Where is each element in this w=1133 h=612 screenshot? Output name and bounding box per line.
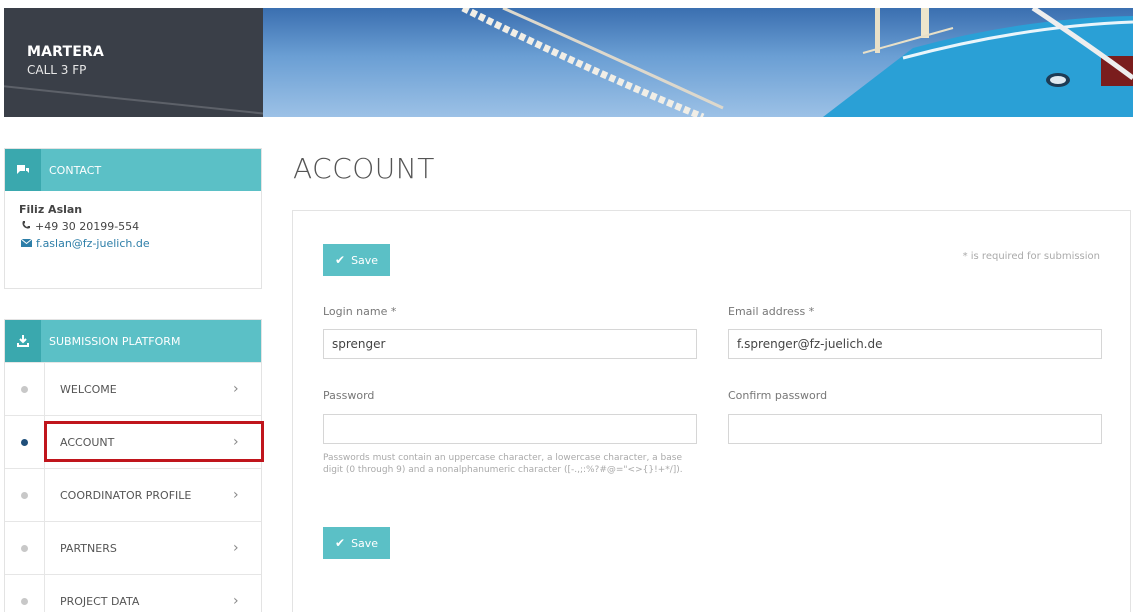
- nav-item-partners[interactable]: PARTNERS ›: [5, 521, 261, 574]
- save-label: Save: [351, 536, 379, 550]
- chevron-right-icon: ›: [233, 540, 239, 556]
- brand-block: MARTERA CALL 3 FP: [4, 8, 263, 117]
- brand-title: MARTERA: [27, 44, 105, 60]
- submission-platform-panel: SUBMISSION PLATFORM WELCOME › ACCOUNT › …: [4, 319, 264, 612]
- download-icon: [5, 320, 41, 362]
- save-button-bottom[interactable]: ✔ Save: [323, 527, 391, 559]
- status-dot: [21, 491, 28, 499]
- contact-name: Filiz Aslan: [19, 203, 83, 216]
- nav-item-project-data[interactable]: PROJECT DATA ›: [5, 574, 261, 612]
- save-button-top[interactable]: ✔ Save: [323, 244, 391, 276]
- nav-item-welcome[interactable]: WELCOME ›: [5, 362, 261, 415]
- chevron-right-icon: ›: [233, 593, 239, 609]
- nav-item-label: PARTNERS: [60, 541, 117, 555]
- brand-decoration: [4, 84, 263, 117]
- contact-email[interactable]: f.aslan@fz-juelich.de: [20, 237, 247, 250]
- platform-header-label: SUBMISSION PLATFORM: [49, 334, 181, 348]
- check-icon: ✔: [335, 253, 346, 267]
- status-dot: [21, 385, 28, 393]
- chevron-right-icon: ›: [233, 381, 239, 397]
- confirm-password-input[interactable]: [728, 414, 1102, 444]
- nav-item-label: WELCOME: [60, 382, 117, 396]
- password-input[interactable]: [323, 414, 697, 444]
- confirm-password-label: Confirm password: [728, 389, 828, 402]
- nav-item-account[interactable]: ACCOUNT ›: [5, 415, 264, 468]
- account-form: ✔ Save * is required for submission Logi…: [292, 210, 1131, 612]
- chat-icon: [5, 149, 41, 191]
- brand-subtitle: CALL 3 FP: [27, 63, 87, 77]
- contact-panel: CONTACT Filiz Aslan +49 30 20199-554 f.a…: [4, 148, 262, 289]
- nav-item-label: COORDINATOR PROFILE: [60, 488, 192, 502]
- nav-item-label: PROJECT DATA: [60, 594, 140, 608]
- save-label: Save: [351, 253, 379, 267]
- nav-item-coordinator-profile[interactable]: COORDINATOR PROFILE ›: [5, 468, 261, 521]
- password-hint: Passwords must contain an uppercase char…: [323, 453, 683, 475]
- status-dot-active: [21, 438, 28, 446]
- password-label: Password: [323, 389, 375, 402]
- email-address-input[interactable]: [728, 329, 1102, 359]
- contact-email-link[interactable]: f.aslan@fz-juelich.de: [36, 237, 150, 250]
- phone-icon: [21, 220, 31, 233]
- status-dot: [21, 544, 28, 552]
- highlight-box: [44, 421, 264, 462]
- contact-header: CONTACT: [5, 149, 261, 191]
- contact-header-label: CONTACT: [49, 163, 102, 177]
- status-dot: [21, 597, 28, 605]
- mail-icon: [20, 237, 33, 250]
- header-banner-image: [263, 8, 1133, 117]
- contact-phone: +49 30 20199-554: [21, 220, 247, 233]
- login-name-input[interactable]: [323, 329, 697, 359]
- email-address-label: Email address *: [728, 305, 815, 318]
- contact-phone-text: +49 30 20199-554: [35, 220, 140, 233]
- chevron-right-icon: ›: [233, 487, 239, 503]
- page-title: ACCOUNT: [293, 152, 435, 185]
- check-icon: ✔: [335, 536, 346, 550]
- login-name-label: Login name *: [323, 305, 397, 318]
- platform-header: SUBMISSION PLATFORM: [5, 320, 261, 362]
- required-note: * is required for submission: [962, 251, 1100, 262]
